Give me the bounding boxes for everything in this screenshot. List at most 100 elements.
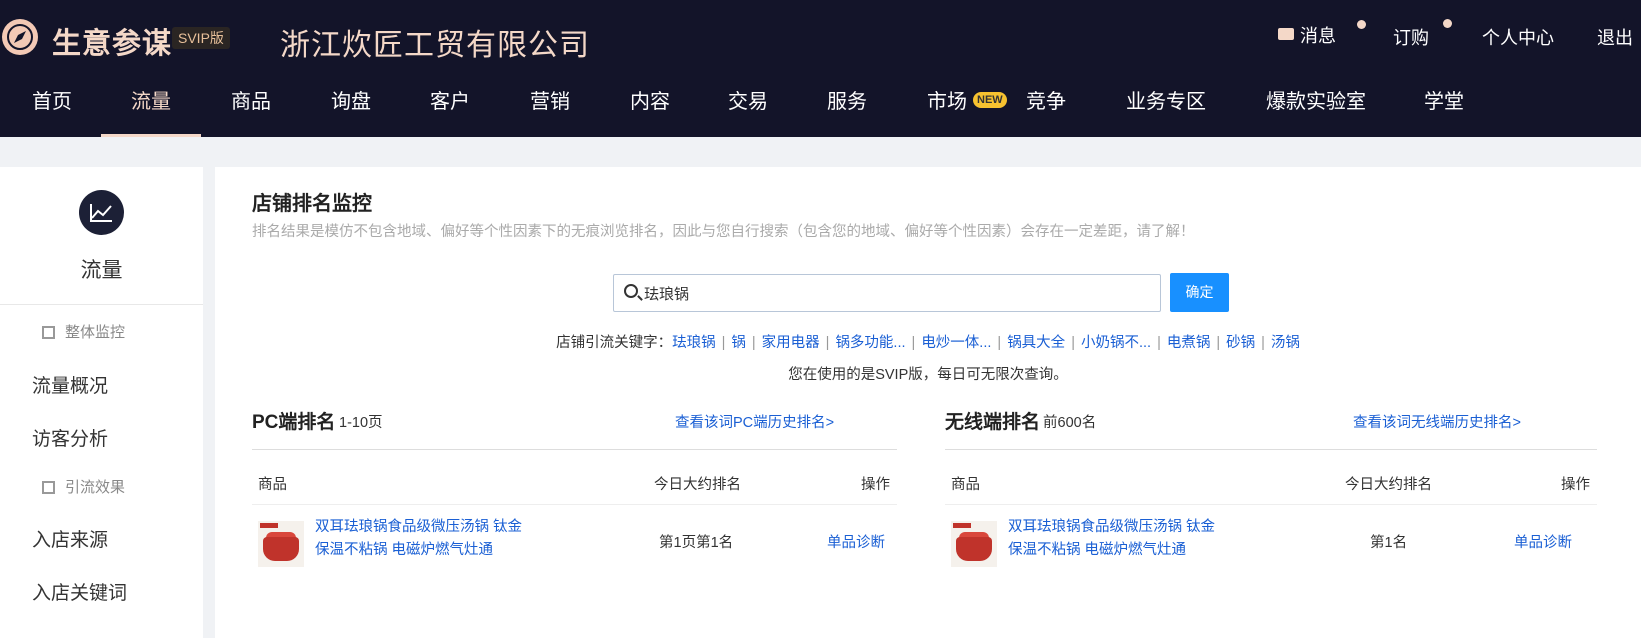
main-nav: 首页 流量 商品 询盘 客户 营销 内容 交易 服务 市场 NEW 竞争 业务专… xyxy=(0,80,1641,137)
column-header-product: 商品 xyxy=(258,477,287,493)
profile-link[interactable]: 个人中心 xyxy=(1482,24,1554,50)
main-panel: 店铺排名监控 排名结果是模仿不包含地域、偏好等个性因素下的无痕浏览排名，因此与您… xyxy=(215,167,1641,638)
search-input[interactable] xyxy=(644,275,1144,311)
keywords-label: 店铺引流关键字： xyxy=(556,335,673,351)
keyword-link[interactable]: 珐琅锅 xyxy=(672,335,716,351)
svip-badge: SVIP版 xyxy=(172,27,230,49)
building-icon xyxy=(42,326,55,339)
pc-ranking-title: PC端排名 xyxy=(252,412,336,433)
keyword-separator: | xyxy=(997,335,1002,351)
column-header-action: 操作 xyxy=(1561,477,1590,493)
sidebar-group-label: 引流效果 xyxy=(65,479,126,496)
compass-logo-icon[interactable] xyxy=(2,19,38,55)
sidebar-item-entry-keywords[interactable]: 入店关键词 xyxy=(32,578,127,605)
nav-service[interactable]: 服务 xyxy=(826,80,868,137)
diagnose-link[interactable]: 单品诊断 xyxy=(1514,531,1572,552)
company-name: 浙江炊匠工贸有限公司 xyxy=(280,29,590,62)
column-header-rank: 今日大约排名 xyxy=(1345,477,1432,493)
keyword-link[interactable]: 锅具大全 xyxy=(1007,335,1065,351)
nav-hot-lab[interactable]: 爆款实验室 xyxy=(1265,80,1367,137)
keyword-link[interactable]: 电炒一体... xyxy=(921,335,991,351)
keyword-link[interactable]: 电煮锅 xyxy=(1167,335,1211,351)
nav-home[interactable]: 首页 xyxy=(32,80,72,137)
product-thumbnail-pot xyxy=(263,537,299,561)
keyword-separator: | xyxy=(911,335,916,351)
keyword-separator: | xyxy=(1216,335,1221,351)
sidebar-group-label: 整体监控 xyxy=(65,324,126,341)
sidebar-item-visitor-analysis[interactable]: 访客分析 xyxy=(32,424,108,451)
keyword-link[interactable]: 小奶锅不... xyxy=(1081,335,1151,351)
keyword-separator: | xyxy=(721,335,726,351)
nav-competition[interactable]: 竞争 xyxy=(1025,80,1067,137)
product-thumbnail[interactable] xyxy=(951,521,997,567)
product-thumbnail-tag xyxy=(260,523,278,528)
page-subtitle: 排名结果是模仿不包含地域、偏好等个性因素下的无痕浏览排名，因此与您自行搜索（包含… xyxy=(252,224,1195,240)
keyword-link[interactable]: 汤锅 xyxy=(1271,335,1300,351)
mobile-history-link[interactable]: 查看该词无线端历史排名> xyxy=(1353,411,1521,432)
diagnose-link[interactable]: 单品诊断 xyxy=(827,531,885,552)
search-box xyxy=(613,274,1161,312)
subscribe-link[interactable]: 订购 xyxy=(1393,24,1429,50)
svip-note: 您在使用的是SVIP版，每日可无限次查询。 xyxy=(788,367,1068,383)
divider xyxy=(252,449,897,450)
column-header-action: 操作 xyxy=(861,477,890,493)
sidebar-title: 流量 xyxy=(80,259,123,282)
pc-ranking-range: 1-10页 xyxy=(339,415,383,431)
nav-traffic[interactable]: 流量 xyxy=(101,80,201,137)
sidebar-divider xyxy=(0,304,203,305)
keyword-separator: | xyxy=(1157,335,1161,351)
rank-value: 第1页第1名 xyxy=(659,535,734,551)
keyword-link[interactable]: 砂锅 xyxy=(1226,335,1255,351)
messages-label: 消息 xyxy=(1300,26,1336,46)
sidebar-item-entry-source[interactable]: 入店来源 xyxy=(32,525,108,552)
mail-icon xyxy=(1278,28,1294,40)
product-thumbnail-pot xyxy=(956,537,992,561)
product-name-link[interactable]: 双耳珐琅锅食品级微压汤锅 钛金保温不粘锅 电磁炉燃气灶通 xyxy=(1008,516,1218,562)
sidebar-group-traffic-effect: 引流效果 xyxy=(42,476,125,497)
top-header: 生意参谋 SVIP版 浙江炊匠工贸有限公司 消息 订购 个人中心 退出 首页 流… xyxy=(0,0,1641,137)
keyword-separator: | xyxy=(1261,335,1265,351)
subscribe-notification-dot xyxy=(1443,19,1452,28)
nav-marketing[interactable]: 营销 xyxy=(529,80,571,137)
building-icon xyxy=(42,481,55,494)
mobile-ranking-range: 前600名 xyxy=(1043,415,1097,431)
nav-content[interactable]: 内容 xyxy=(629,80,671,137)
product-thumbnail-tag xyxy=(953,523,971,528)
line-chart-icon xyxy=(79,190,124,235)
column-header-rank: 今日大约排名 xyxy=(654,477,741,493)
keyword-separator: | xyxy=(751,335,756,351)
new-badge: NEW xyxy=(973,92,1007,108)
keyword-link[interactable]: 家用电器 xyxy=(762,335,820,351)
messages-notification-dot xyxy=(1357,20,1366,29)
column-header-product: 商品 xyxy=(951,477,980,493)
nav-customers[interactable]: 客户 xyxy=(429,80,471,137)
sidebar-item-traffic-overview[interactable]: 流量概况 xyxy=(32,371,108,398)
mobile-ranking-title: 无线端排名 xyxy=(945,412,1041,433)
brand-name[interactable]: 生意参谋 xyxy=(52,20,172,62)
keyword-separator: | xyxy=(1071,335,1075,351)
nav-transactions[interactable]: 交易 xyxy=(727,80,769,137)
divider xyxy=(945,449,1597,450)
messages-link[interactable]: 消息 xyxy=(1278,22,1336,48)
search-icon xyxy=(624,284,638,298)
rank-value: 第1名 xyxy=(1370,535,1408,551)
pc-history-link[interactable]: 查看该词PC端历史排名> xyxy=(675,411,834,432)
keyword-link[interactable]: 锅多功能... xyxy=(835,335,905,351)
nav-academy[interactable]: 学堂 xyxy=(1423,80,1465,137)
nav-market[interactable]: 市场 xyxy=(926,80,968,137)
sidebar: 流量 整体监控 流量概况 访客分析 引流效果 入店来源 入店关键词 xyxy=(0,167,203,638)
keyword-separator: | xyxy=(825,335,830,351)
confirm-button[interactable]: 确定 xyxy=(1170,273,1229,312)
divider xyxy=(945,504,1597,505)
nav-inquiry[interactable]: 询盘 xyxy=(330,80,372,137)
nav-business-zone[interactable]: 业务专区 xyxy=(1125,80,1207,137)
keyword-link[interactable]: 锅 xyxy=(731,335,746,351)
shop-keywords: 店铺引流关键字：珐琅锅 | 锅 | 家用电器 | 锅多功能... | 电炒一体... | 锅具大全 |… xyxy=(215,331,1641,352)
product-name-link[interactable]: 双耳珐琅锅食品级微压汤锅 钛金保温不粘锅 电磁炉燃气灶通 xyxy=(315,516,525,562)
product-thumbnail[interactable] xyxy=(258,521,304,567)
page-title: 店铺排名监控 xyxy=(252,193,372,215)
logout-link[interactable]: 退出 xyxy=(1597,24,1633,50)
nav-products[interactable]: 商品 xyxy=(230,80,272,137)
divider xyxy=(252,504,897,505)
sidebar-group-overall-monitoring: 整体监控 xyxy=(42,321,125,342)
